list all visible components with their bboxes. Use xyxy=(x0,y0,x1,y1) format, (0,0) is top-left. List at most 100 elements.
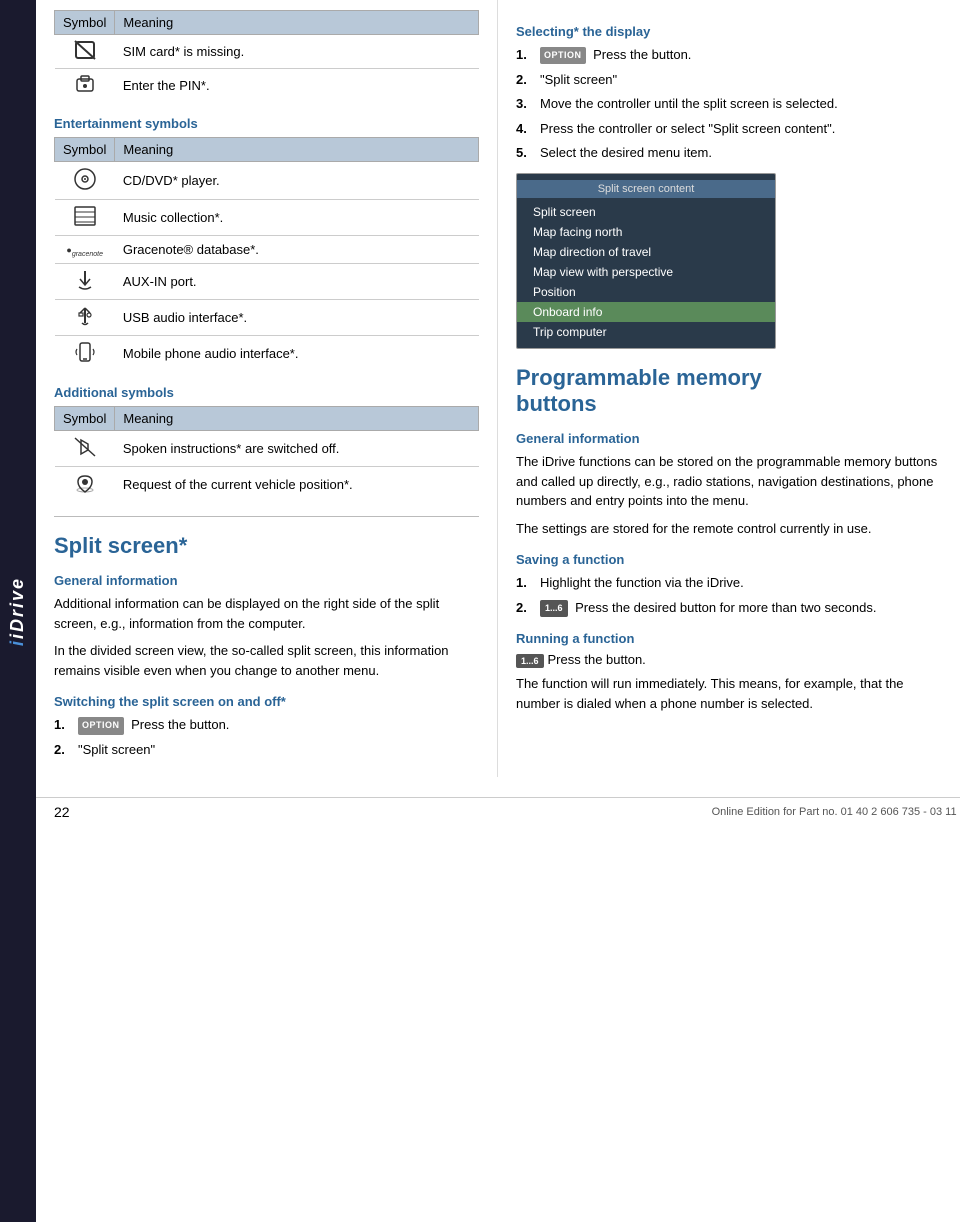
split-screen-menu-item[interactable]: Map view with perspective xyxy=(517,262,775,282)
entertainment-heading: Entertainment symbols xyxy=(54,116,479,131)
sidebar-label: iiDrive xyxy=(8,576,29,645)
step-content: OPTION Press the button. xyxy=(540,45,942,65)
running-text2: The function will run immediately. This … xyxy=(516,674,942,713)
list-item: 1. Highlight the function via the iDrive… xyxy=(516,573,942,593)
step-number: 1. xyxy=(54,715,74,735)
step-content: "Split screen" xyxy=(540,70,942,90)
table-row: USB audio interface*. xyxy=(55,299,479,335)
list-item: 2. "Split screen" xyxy=(54,740,479,760)
entertainment-table: Symbol Meaning CD/DVD* player. xyxy=(54,137,479,371)
memory-button-icon: 1...6 xyxy=(540,600,568,618)
step-content: OPTION Press the button. xyxy=(78,715,479,735)
programmable-heading: Programmable memory buttons xyxy=(516,365,942,418)
step-number: 3. xyxy=(516,94,536,114)
split-screen-box-title: Split screen content xyxy=(517,180,775,198)
mobile-audio-icon xyxy=(55,335,115,371)
step-number: 4. xyxy=(516,119,536,139)
step-number: 2. xyxy=(516,70,536,90)
footer-text: Online Edition for Part no. 01 40 2 606 … xyxy=(712,806,960,818)
add-col-symbol: Symbol xyxy=(55,406,115,430)
list-item: 5. Select the desired menu item. xyxy=(516,143,942,163)
mobile-audio-text: Mobile phone audio interface*. xyxy=(115,335,479,371)
additional-symbols-heading: Additional symbols xyxy=(54,385,479,400)
voice-off-text: Spoken instructions* are switched off. xyxy=(115,430,479,466)
step-number: 2. xyxy=(516,598,536,618)
split-screen-menu-item[interactable]: Trip computer xyxy=(517,322,775,342)
table-row: SIM card* is missing. xyxy=(55,35,479,69)
option-button-icon: OPTION xyxy=(78,717,124,735)
list-item: 4. Press the controller or select "Split… xyxy=(516,119,942,139)
step-content: Highlight the function via the iDrive. xyxy=(540,573,942,593)
left-column: Symbol Meaning SIM card* is missing. xyxy=(36,0,498,777)
step-content: 1...6 Press the desired button for more … xyxy=(540,598,942,618)
split-screen-menu-item[interactable]: Position xyxy=(517,282,775,302)
list-item: 3. Move the controller until the split s… xyxy=(516,94,942,114)
split-general-info-heading: General information xyxy=(54,573,479,588)
pin-text: Enter the PIN*. xyxy=(115,69,479,103)
selecting-steps-list: 1. OPTION Press the button. 2. "Split sc… xyxy=(516,45,942,163)
split-screen-content-box: Split screen content Split screen Map fa… xyxy=(516,173,776,349)
aux-in-icon xyxy=(55,263,115,299)
running-text1: Press the button. xyxy=(548,652,646,667)
table-row: AUX-IN port. xyxy=(55,263,479,299)
add-col-meaning: Meaning xyxy=(115,406,479,430)
aux-in-text: AUX-IN port. xyxy=(115,263,479,299)
list-item: 2. 1...6 Press the desired button for mo… xyxy=(516,598,942,618)
step-content: Move the controller until the split scre… xyxy=(540,94,942,114)
divider xyxy=(54,516,479,517)
usb-icon xyxy=(55,299,115,335)
col-meaning-header: Meaning xyxy=(115,11,479,35)
main-content: Symbol Meaning SIM card* is missing. xyxy=(36,0,960,777)
ent-col-meaning: Meaning xyxy=(115,138,479,162)
step-content: "Split screen" xyxy=(78,740,479,760)
prog-general-info-text1: The iDrive functions can be stored on th… xyxy=(516,452,942,511)
step-number: 2. xyxy=(54,740,74,760)
voice-off-icon xyxy=(55,430,115,466)
step-number: 1. xyxy=(516,573,536,593)
split-screen-menu-item[interactable]: Map direction of travel xyxy=(517,242,775,262)
gracenote-icon: ●gracenote xyxy=(55,236,115,264)
additional-table: Symbol Meaning Spoken instructions* are … xyxy=(54,406,479,502)
ent-col-symbol: Symbol xyxy=(55,138,115,162)
split-screen-heading: Split screen* xyxy=(54,533,479,559)
vehicle-pos-icon xyxy=(55,466,115,502)
gracenote-text: Gracenote® database*. xyxy=(115,236,479,264)
prog-general-info-text2: The settings are stored for the remote c… xyxy=(516,519,942,539)
usb-text: USB audio interface*. xyxy=(115,299,479,335)
saving-steps-list: 1. Highlight the function via the iDrive… xyxy=(516,573,942,617)
sidebar: iiDrive xyxy=(0,0,36,1222)
selecting-display-heading: Selecting* the display xyxy=(516,24,942,39)
col-symbol-header: Symbol xyxy=(55,11,115,35)
sim-missing-icon xyxy=(55,35,115,69)
split-general-info-text1: Additional information can be displayed … xyxy=(54,594,479,633)
switching-steps-list: 1. OPTION Press the button. 2. "Split sc… xyxy=(54,715,479,759)
step-number: 1. xyxy=(516,45,536,65)
split-screen-menu-item[interactable]: Map facing north xyxy=(517,222,775,242)
split-screen-menu-item[interactable]: Onboard info xyxy=(517,302,775,322)
sim-missing-text: SIM card* is missing. xyxy=(115,35,479,69)
split-general-info-text2: In the divided screen view, the so-calle… xyxy=(54,641,479,680)
split-screen-menu-item[interactable]: Split screen xyxy=(517,202,775,222)
step-content: Press the controller or select "Split sc… xyxy=(540,119,942,139)
table-row: CD/DVD* player. xyxy=(55,162,479,200)
running-function-heading: Running a function xyxy=(516,631,942,646)
music-collection-text: Music collection*. xyxy=(115,200,479,236)
vehicle-pos-text: Request of the current vehicle position*… xyxy=(115,466,479,502)
cd-dvd-icon xyxy=(55,162,115,200)
list-item: 1. OPTION Press the button. xyxy=(516,45,942,65)
pin-icon xyxy=(55,69,115,103)
step-number: 5. xyxy=(516,143,536,163)
list-item: 1. OPTION Press the button. xyxy=(54,715,479,735)
cd-dvd-text: CD/DVD* player. xyxy=(115,162,479,200)
step-content: Select the desired menu item. xyxy=(540,143,942,163)
table-row: ●gracenote Gracenote® database*. xyxy=(55,236,479,264)
list-item: 2. "Split screen" xyxy=(516,70,942,90)
right-column: Selecting* the display 1. OPTION Press t… xyxy=(498,0,960,777)
memory-button-running-icon: 1...6 xyxy=(516,654,544,668)
page-number: 22 xyxy=(54,804,70,820)
running-function-block: 1...6 Press the button. xyxy=(516,652,942,668)
option-button-icon: OPTION xyxy=(540,47,586,65)
table-row: Music collection*. xyxy=(55,200,479,236)
table-row: Enter the PIN*. xyxy=(55,69,479,103)
table-row: Request of the current vehicle position*… xyxy=(55,466,479,502)
